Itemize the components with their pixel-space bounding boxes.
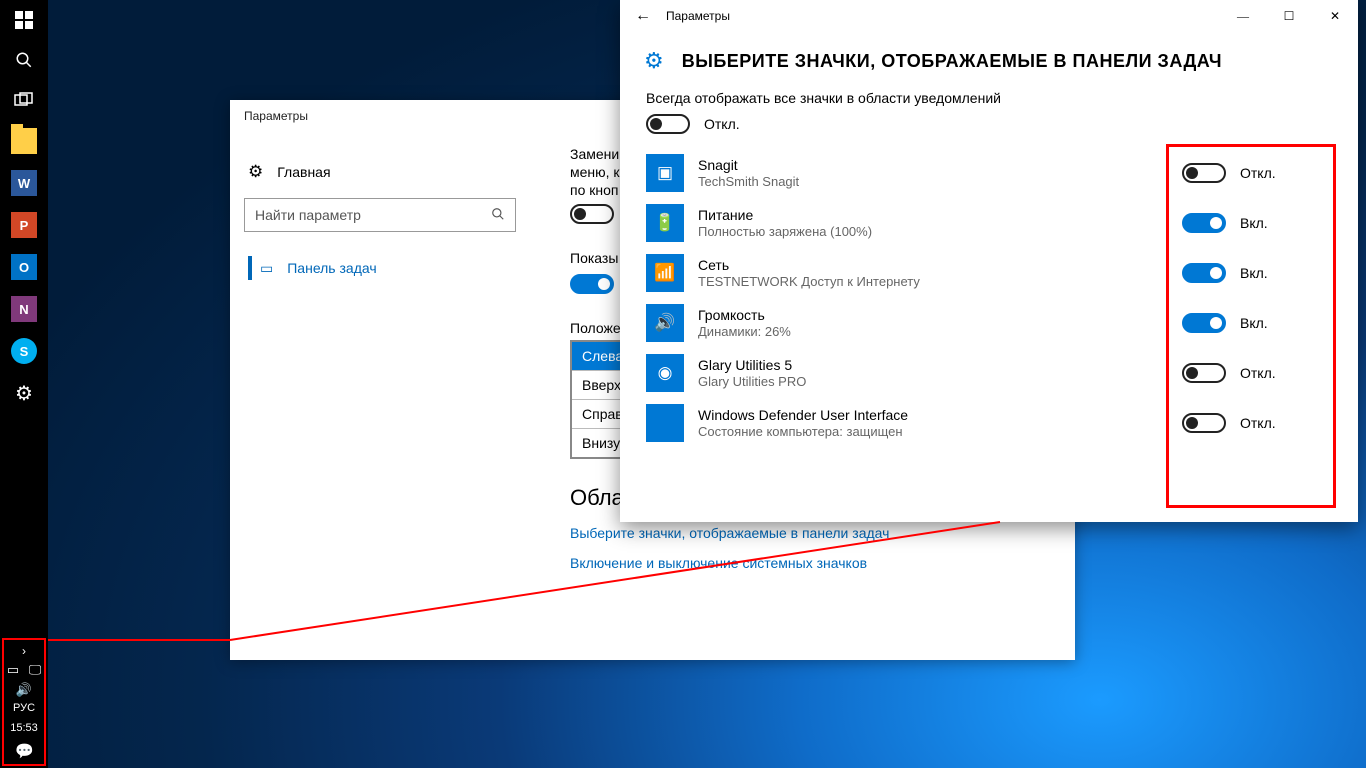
app-icon: 🔋 bbox=[646, 204, 684, 242]
toggle-state-text: Откл. bbox=[704, 116, 740, 132]
taskbar-nav-icon: ▭ bbox=[260, 260, 273, 277]
toggle-state-text: Вкл. bbox=[1240, 215, 1268, 231]
tray-language[interactable]: РУС bbox=[13, 698, 35, 718]
app-subtitle: Полностью заряжена (100%) bbox=[698, 224, 1182, 239]
settings-window-select-icons: ← Параметры — ☐ ✕ ⚙ ВЫБЕРИТЕ ЗНАЧКИ, ОТО… bbox=[620, 0, 1358, 522]
app-name: Glary Utilities 5 bbox=[698, 357, 1182, 373]
toggle-replace[interactable] bbox=[570, 204, 614, 224]
app-subtitle: Glary Utilities PRO bbox=[698, 374, 1182, 389]
task-view-icon[interactable] bbox=[0, 80, 48, 120]
tray-icon-row: ▣ SnagitTechSmith Snagit Откл. bbox=[646, 148, 1332, 198]
app-name: Snagit bbox=[698, 157, 1182, 173]
bg-sidebar: ⚙ Главная Найти параметр ▭ Панель задач bbox=[230, 142, 530, 288]
app-icon bbox=[646, 404, 684, 442]
app-name: Громкость bbox=[698, 307, 1182, 323]
back-button[interactable]: ← bbox=[620, 7, 666, 25]
app-icon: 📶 bbox=[646, 254, 684, 292]
taskbar-app-skype[interactable]: S bbox=[0, 330, 48, 372]
sidebar-home-label: Главная bbox=[277, 164, 330, 180]
gear-icon: ⚙ bbox=[644, 48, 664, 74]
app-icon: ▣ bbox=[646, 154, 684, 192]
taskbar-app-outlook[interactable]: O bbox=[0, 246, 48, 288]
app-name: Сеть bbox=[698, 257, 1182, 273]
tray-clock[interactable]: 15:53 bbox=[10, 718, 38, 738]
fg-window-title: Параметры bbox=[666, 9, 1220, 23]
taskbar-app-explorer[interactable] bbox=[0, 120, 48, 162]
toggle-state-text: Откл. bbox=[1240, 165, 1276, 181]
link-toggle-system-icons[interactable]: Включение и выключение системных значков bbox=[570, 555, 1061, 571]
minimize-button[interactable]: — bbox=[1220, 0, 1266, 32]
toggle-state-text: Откл. bbox=[1240, 365, 1276, 381]
tray-icon-toggle[interactable] bbox=[1182, 263, 1226, 283]
system-tray: › ▭ 🖵 🔊 РУС 15:53 💬 bbox=[2, 638, 46, 766]
tray-volume-icon[interactable]: 🔊 bbox=[15, 682, 33, 698]
settings-search-input[interactable]: Найти параметр bbox=[244, 198, 516, 232]
always-show-label: Всегда отображать все значки в области у… bbox=[646, 90, 1332, 106]
tray-icon-row: ◉ Glary Utilities 5Glary Utilities PRO Отк… bbox=[646, 348, 1332, 398]
tray-icon-toggle[interactable] bbox=[1182, 213, 1226, 233]
app-subtitle: TESTNETWORK Доступ к Интернету bbox=[698, 274, 1182, 289]
tray-action-center-icon[interactable]: 💬 bbox=[15, 742, 33, 760]
sidebar-item-taskbar[interactable]: ▭ Панель задач bbox=[244, 248, 530, 288]
taskbar-app-word[interactable]: W bbox=[0, 162, 48, 204]
tray-icon-row: Windows Defender User InterfaceСостояние… bbox=[646, 398, 1332, 448]
tray-icon-row: 🔊 ГромкостьДинамики: 26% Вкл. bbox=[646, 298, 1332, 348]
app-subtitle: Динамики: 26% bbox=[698, 324, 1182, 339]
tray-battery-icon[interactable]: ▭ bbox=[4, 662, 22, 678]
link-select-taskbar-icons[interactable]: Выберите значки, отображаемые в панели з… bbox=[570, 525, 1061, 541]
tray-icon-row: 🔋 ПитаниеПолностью заряжена (100%) Вкл. bbox=[646, 198, 1332, 248]
active-indicator bbox=[248, 256, 252, 280]
search-icon bbox=[491, 207, 505, 224]
close-button[interactable]: ✕ bbox=[1312, 0, 1358, 32]
tray-icon-toggle[interactable] bbox=[1182, 163, 1226, 183]
fg-titlebar: ← Параметры — ☐ ✕ bbox=[620, 0, 1358, 32]
maximize-button[interactable]: ☐ bbox=[1266, 0, 1312, 32]
tray-icon-toggle[interactable] bbox=[1182, 363, 1226, 383]
app-subtitle: TechSmith Snagit bbox=[698, 174, 1182, 189]
taskbar-app-powerpoint[interactable]: P bbox=[0, 204, 48, 246]
tray-icon-row: 📶 СетьTESTNETWORK Доступ к Интернету Вкл. bbox=[646, 248, 1332, 298]
toggle-state-text: Вкл. bbox=[1240, 315, 1268, 331]
sidebar-item-label: Панель задач bbox=[287, 260, 376, 276]
toggle-state-text: Откл. bbox=[1240, 415, 1276, 431]
taskbar: W P O N S ⚙ › ▭ 🖵 🔊 РУС 15:53 💬 bbox=[0, 0, 48, 768]
app-name: Windows Defender User Interface bbox=[698, 407, 1182, 423]
app-icon: ◉ bbox=[646, 354, 684, 392]
tray-icon-list: ▣ SnagitTechSmith Snagit Откл. 🔋 ПитаниеПолн… bbox=[646, 148, 1332, 448]
app-name: Питание bbox=[698, 207, 1182, 223]
tray-icon-toggle[interactable] bbox=[1182, 313, 1226, 333]
app-icon: 🔊 bbox=[646, 304, 684, 342]
sidebar-home[interactable]: ⚙ Главная bbox=[244, 152, 530, 192]
toggle-show[interactable] bbox=[570, 274, 614, 294]
toggle-state-text: Вкл. bbox=[1240, 265, 1268, 281]
search-icon[interactable] bbox=[0, 40, 48, 80]
tray-network-icon[interactable]: 🖵 bbox=[26, 662, 44, 678]
taskbar-app-onenote[interactable]: N bbox=[0, 288, 48, 330]
gear-icon: ⚙ bbox=[248, 162, 263, 182]
start-button[interactable] bbox=[0, 0, 48, 40]
search-placeholder: Найти параметр bbox=[255, 207, 361, 223]
app-subtitle: Состояние компьютера: защищен bbox=[698, 424, 1182, 439]
page-heading: ВЫБЕРИТЕ ЗНАЧКИ, ОТОБРАЖАЕМЫЕ В ПАНЕЛИ З… bbox=[682, 51, 1222, 72]
toggle-always-show-all[interactable] bbox=[646, 114, 690, 134]
tray-overflow-icon[interactable]: › bbox=[15, 644, 33, 658]
tray-icon-toggle[interactable] bbox=[1182, 413, 1226, 433]
taskbar-app-settings[interactable]: ⚙ bbox=[0, 372, 48, 414]
